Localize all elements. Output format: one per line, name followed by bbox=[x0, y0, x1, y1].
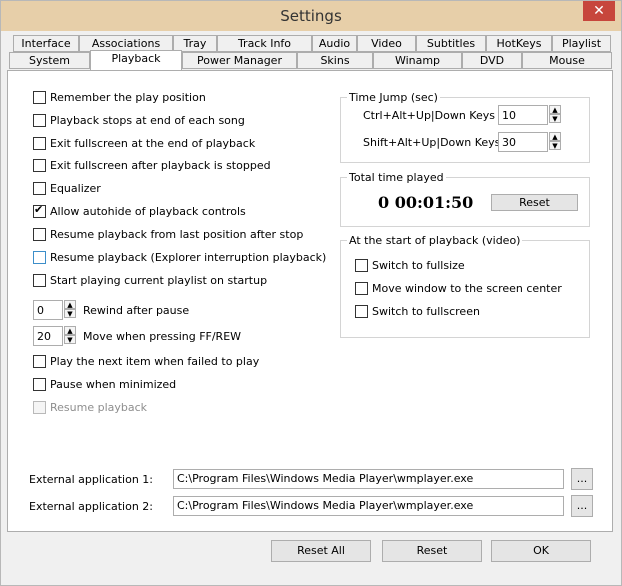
tab-interface[interactable]: Interface bbox=[13, 35, 79, 52]
checkbox-label: Move window to the screen center bbox=[372, 282, 562, 295]
switch-fullscreen-checkbox[interactable]: Switch to fullscreen bbox=[355, 304, 480, 321]
checkbox-box[interactable] bbox=[33, 158, 46, 172]
reset-time-button[interactable]: Reset bbox=[491, 194, 578, 211]
external-app1-field[interactable]: C:\Program Files\Windows Media Player\wm… bbox=[173, 469, 564, 489]
checkbox-box[interactable] bbox=[355, 304, 368, 318]
checkbox-label: Switch to fullsize bbox=[372, 259, 465, 272]
external-app2-label: External application 2: bbox=[29, 500, 154, 513]
checkbox-box[interactable] bbox=[33, 136, 46, 150]
checkbox-label: Allow autohide of playback controls bbox=[50, 205, 246, 218]
window-title: Settings bbox=[280, 7, 342, 25]
spin-up-icon[interactable]: ▲ bbox=[64, 326, 76, 335]
checkbox-label: Exit fullscreen after playback is stoppe… bbox=[50, 159, 271, 172]
ff-spinner[interactable]: 20 ▲ ▼ bbox=[33, 326, 76, 346]
spin-up-icon[interactable]: ▲ bbox=[64, 300, 76, 309]
resume-playback-checkbox: Resume playback bbox=[33, 400, 148, 417]
checkbox-box[interactable] bbox=[33, 90, 46, 104]
group-title: Time Jump (sec) bbox=[347, 91, 440, 104]
checkbox-label: Pause when minimized bbox=[50, 378, 177, 391]
checkbox-box[interactable] bbox=[33, 354, 46, 368]
remember-position-checkbox[interactable]: Remember the play position bbox=[33, 90, 206, 107]
browse-app1-button[interactable]: ... bbox=[571, 468, 593, 490]
tab-video[interactable]: Video bbox=[357, 35, 416, 52]
spin-down-icon[interactable]: ▼ bbox=[549, 114, 561, 123]
checkbox-box[interactable] bbox=[33, 181, 46, 195]
tab-playback[interactable]: Playback bbox=[90, 50, 182, 70]
tab-power-manager[interactable]: Power Manager bbox=[182, 52, 297, 69]
stop-each-song-checkbox[interactable]: Playback stops at end of each song bbox=[33, 113, 245, 130]
tab-mouse[interactable]: Mouse bbox=[522, 52, 612, 69]
shift-keys-value[interactable]: 30 bbox=[502, 136, 516, 149]
rewind-label: Rewind after pause bbox=[83, 304, 190, 317]
ff-value[interactable]: 20 bbox=[37, 330, 51, 343]
checkbox-box[interactable] bbox=[33, 113, 46, 127]
checkbox-box[interactable] bbox=[355, 281, 368, 295]
pause-minimized-checkbox[interactable]: Pause when minimized bbox=[33, 377, 177, 394]
checkbox-box[interactable] bbox=[33, 227, 46, 241]
exit-fullscreen-end-checkbox[interactable]: Exit fullscreen at the end of playback bbox=[33, 136, 256, 153]
checkbox-label: Switch to fullscreen bbox=[372, 305, 480, 318]
reset-all-button[interactable]: Reset All bbox=[271, 540, 371, 562]
exit-fullscreen-stop-checkbox[interactable]: Exit fullscreen after playback is stoppe… bbox=[33, 158, 271, 175]
title-bar: Settings ✕ bbox=[1, 1, 621, 31]
checkbox-label: Equalizer bbox=[50, 182, 101, 195]
checkbox-box[interactable] bbox=[355, 258, 368, 272]
checkbox-label: Resume playback from last position after… bbox=[50, 228, 304, 241]
checkbox-box[interactable] bbox=[33, 250, 46, 264]
settings-window: Settings ✕ Interface Associations Tray T… bbox=[0, 0, 622, 586]
autohide-controls-checkbox[interactable]: Allow autohide of playback controls bbox=[33, 203, 246, 221]
checkbox-label: Play the next item when failed to play bbox=[50, 355, 260, 368]
checkbox-label: Resume playback (Explorer interruption p… bbox=[50, 251, 327, 264]
tab-subtitles[interactable]: Subtitles bbox=[416, 35, 486, 52]
checkbox-box[interactable] bbox=[33, 377, 46, 391]
equalizer-checkbox[interactable]: Equalizer bbox=[33, 181, 101, 198]
checkbox-label: Playback stops at end of each song bbox=[50, 114, 245, 127]
ctrl-keys-spinner[interactable]: 10 ▲ ▼ bbox=[498, 105, 561, 125]
checkbox-box-checked[interactable] bbox=[33, 203, 46, 218]
close-button[interactable]: ✕ bbox=[583, 1, 615, 21]
rewind-value[interactable]: 0 bbox=[37, 304, 44, 317]
tab-dvd[interactable]: DVD bbox=[462, 52, 522, 69]
reset-button[interactable]: Reset bbox=[382, 540, 482, 562]
spin-down-icon[interactable]: ▼ bbox=[64, 335, 76, 344]
checkbox-label: Remember the play position bbox=[50, 91, 206, 104]
checkbox-box[interactable] bbox=[33, 273, 46, 287]
checkbox-label: Start playing current playlist on startu… bbox=[50, 274, 268, 287]
tab-audio[interactable]: Audio bbox=[312, 35, 357, 52]
checkbox-label: Resume playback bbox=[50, 401, 148, 414]
external-app2-field[interactable]: C:\Program Files\Windows Media Player\wm… bbox=[173, 496, 564, 516]
move-center-checkbox[interactable]: Move window to the screen center bbox=[355, 281, 562, 298]
spin-down-icon[interactable]: ▼ bbox=[549, 141, 561, 150]
tab-hotkeys[interactable]: HotKeys bbox=[486, 35, 552, 52]
tab-winamp[interactable]: Winamp bbox=[373, 52, 462, 69]
switch-fullsize-checkbox[interactable]: Switch to fullsize bbox=[355, 258, 465, 275]
tab-track-info[interactable]: Track Info bbox=[217, 35, 312, 52]
shift-keys-spinner[interactable]: 30 ▲ ▼ bbox=[498, 132, 561, 152]
checkbox-box-disabled bbox=[33, 400, 46, 414]
tab-skins[interactable]: Skins bbox=[297, 52, 373, 69]
spin-down-icon[interactable]: ▼ bbox=[64, 309, 76, 318]
external-app1-label: External application 1: bbox=[29, 473, 154, 486]
spin-up-icon[interactable]: ▲ bbox=[549, 132, 561, 141]
group-title: At the start of playback (video) bbox=[347, 234, 523, 247]
ok-button[interactable]: OK bbox=[491, 540, 591, 562]
shift-keys-label: Shift+Alt+Up|Down Keys bbox=[363, 136, 501, 149]
group-title: Total time played bbox=[347, 171, 446, 184]
ff-label: Move when pressing FF/REW bbox=[83, 330, 242, 343]
spin-up-icon[interactable]: ▲ bbox=[549, 105, 561, 114]
tab-system[interactable]: System bbox=[9, 52, 90, 69]
total-time-value: 0 00:01:50 bbox=[378, 193, 474, 212]
ctrl-keys-value[interactable]: 10 bbox=[502, 109, 516, 122]
ctrl-keys-label: Ctrl+Alt+Up|Down Keys bbox=[363, 109, 495, 122]
browse-app2-button[interactable]: ... bbox=[571, 495, 593, 517]
resume-explorer-checkbox[interactable]: Resume playback (Explorer interruption p… bbox=[33, 250, 327, 267]
rewind-spinner[interactable]: 0 ▲ ▼ bbox=[33, 300, 76, 320]
checkbox-label: Exit fullscreen at the end of playback bbox=[50, 137, 256, 150]
resume-last-position-checkbox[interactable]: Resume playback from last position after… bbox=[33, 227, 304, 244]
tab-playlist[interactable]: Playlist bbox=[552, 35, 611, 52]
start-playlist-checkbox[interactable]: Start playing current playlist on startu… bbox=[33, 273, 268, 290]
play-next-failed-checkbox[interactable]: Play the next item when failed to play bbox=[33, 354, 260, 371]
